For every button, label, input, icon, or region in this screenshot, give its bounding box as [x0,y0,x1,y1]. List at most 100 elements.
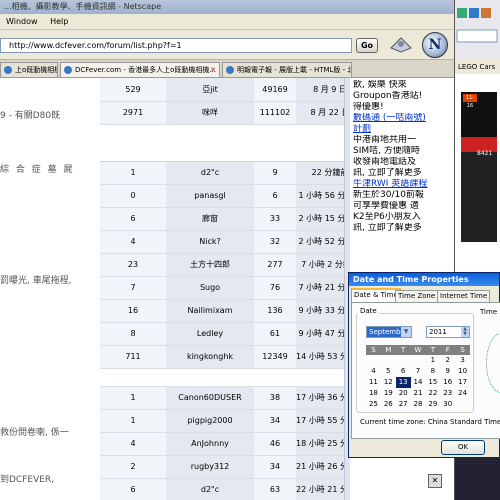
author-cell[interactable]: pigpig2000 [166,409,254,433]
calendar-day[interactable]: 5 [381,366,396,377]
netscape-logo[interactable]: N [422,32,448,58]
author-cell[interactable]: kingkonghk [166,345,254,369]
replies-cell: 1 [100,161,166,185]
calendar-day[interactable]: 15 [425,377,440,388]
calendar-day[interactable]: 23 [440,388,455,399]
author-cell[interactable]: 亞jit [166,78,254,102]
ad-line: 收發兩地電話及 [353,157,417,167]
calendar-day[interactable]: 2 [440,355,455,366]
thread-title-fragment[interactable]: 救份問卷喇, 係一 [0,425,69,438]
tab-internet-time[interactable]: Internet Time [437,290,491,302]
author-cell[interactable]: rugby312 [166,455,254,479]
calendar-day[interactable]: 16 [440,377,455,388]
calendar-day[interactable]: 4 [366,366,381,377]
tab-bar: 上o既動機相機... DCFever.com - 香港最多人上o既動機相機...… [0,60,454,78]
author-cell[interactable]: 土方十四郎 [166,253,254,277]
thread-title-fragment[interactable]: 罰曝光, 車尾拖程, [0,273,72,286]
calendar-day[interactable]: 28 [411,399,426,410]
lego-tab[interactable]: LEGO Cars [455,60,500,74]
tab-time-zone[interactable]: Time Zone [395,290,439,302]
author-cell[interactable]: d2"c [166,161,254,185]
calendar-day[interactable]: 12 [381,377,396,388]
row-gap [100,368,364,387]
page-icon [64,66,72,74]
calendar-day[interactable]: 29 [425,399,440,410]
author-cell[interactable]: AnJohnny [166,432,254,456]
calendar-empty [366,355,381,366]
calendar-day[interactable]: 25 [366,399,381,410]
tab-2[interactable]: DCFever.com - 香港最多人上o既動機相機... ✕ [60,62,220,77]
calendar-day[interactable]: 24 [455,388,470,399]
tab-1[interactable]: 上o既動機相機... [0,62,58,77]
lego-product-image[interactable]: 11-16 8421 [455,74,500,274]
calendar-day[interactable]: 22 [425,388,440,399]
thread-title-fragment[interactable]: 9 - 有關D80既 [0,108,60,121]
author-cell[interactable]: Ledley [166,322,254,346]
ok-button[interactable]: OK [441,440,485,455]
calendar-day[interactable]: 13 [395,377,411,388]
month-select[interactable]: September ▼ [366,326,412,338]
views-cell: 46 [254,432,296,456]
calendar-day[interactable]: 6 [396,366,411,377]
calendar-day[interactable]: 20 [396,388,411,399]
views-cell: 111102 [254,101,296,125]
table-row: 6 d2"c 63 22 小時 21 分鐘前 [100,478,364,500]
replies-cell: 23 [100,253,166,277]
year-spinner[interactable]: 2011 ▲ ▼ [426,326,470,338]
ad-link[interactable]: 計劃 [353,124,452,135]
calendar-day[interactable]: 9 [440,366,455,377]
author-cell[interactable]: Nailimixam [166,299,254,323]
ad-line: 中港兩地共用一 [353,135,417,145]
age-sticker: 11-16 [463,94,477,109]
author-cell[interactable]: Canon60DUSER [166,386,254,410]
calendar-day[interactable]: 7 [411,366,426,377]
calendar-day[interactable]: 17 [455,377,470,388]
thread-title-fragment[interactable]: 到DCFEVER, [0,472,54,485]
dialog-tabs: Date & Time Time Zone Internet Time [351,288,500,302]
author-cell[interactable]: panasgl [166,184,254,208]
replies-cell: 7 [100,276,166,300]
ad-link[interactable]: 牛津RWI 英語課程 [353,179,452,190]
weekday-label: F [445,346,450,354]
throbber-icon [390,37,412,53]
tab-date-time[interactable]: Date & Time [351,288,401,302]
calendar-day[interactable]: 19 [381,388,396,399]
calendar-day[interactable]: 10 [455,366,470,377]
calendar-day[interactable]: 26 [381,399,396,410]
calendar-day[interactable]: 14 [411,377,426,388]
tab-3[interactable]: 明報電子報 - 展版上載 - HTML版 - 北美明報 [222,62,352,77]
calendar-day[interactable]: 1 [425,355,440,366]
author-cell[interactable]: d2"c [166,478,254,500]
calendar-day[interactable]: 21 [411,388,426,399]
toolbar-area [455,0,500,60]
replies-cell: 4 [100,432,166,456]
close-tab-button[interactable]: ✕ [428,474,442,488]
weekday-label: T [430,346,435,354]
weekday-header: S M T W T F S [366,345,470,355]
calendar-empty [411,355,426,366]
spinner-arrows-icon[interactable]: ▲ ▼ [461,327,469,337]
views-cell: 34 [254,455,296,479]
author-cell[interactable]: Nick? [166,230,254,254]
ad-line: SIM咭, 方便隨時 [353,146,420,156]
lego-box: 11-16 8421 [461,92,497,242]
calendar-day[interactable]: 8 [425,366,440,377]
calendar-day[interactable]: 3 [455,355,470,366]
menu-window[interactable]: Window [6,17,38,26]
author-cell[interactable]: 廊窗 [166,207,254,231]
calendar-day[interactable]: 11 [366,377,381,388]
tab-label: 明報電子報 - 展版上載 - HTML版 - 北美明報 [237,66,351,74]
weekday-label: M [385,346,392,354]
url-input[interactable]: http://www.dcfever.com/forum/list.php?f=… [0,38,352,53]
calendar-day[interactable]: 30 [440,399,455,410]
menu-help[interactable]: Help [50,17,68,26]
date-time-panel: Date Time September ▼ 2011 ▲ ▼ S M T W T … [351,302,500,439]
chevron-down-icon[interactable]: ▼ [401,327,411,337]
author-cell[interactable]: Sugo [166,276,254,300]
ad-link[interactable]: 數碼通 (一咭兩號) [353,113,452,124]
go-button[interactable]: Go [356,38,378,53]
close-icon[interactable]: ✕ [210,63,216,77]
author-cell[interactable]: 咪咩 [166,101,254,125]
calendar-day[interactable]: 27 [396,399,411,410]
calendar-day[interactable]: 18 [366,388,381,399]
